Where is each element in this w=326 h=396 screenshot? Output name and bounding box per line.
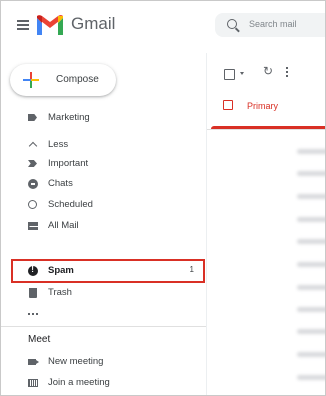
meet-item-label: Join a meeting <box>48 377 110 388</box>
more-options-icon[interactable] <box>286 67 288 77</box>
highlight-box <box>11 259 205 283</box>
chevron-down-icon[interactable] <box>240 72 244 75</box>
message-row[interactable] <box>207 344 325 366</box>
mail-toolbar: ↻ <box>207 53 325 89</box>
more-icon <box>28 313 38 315</box>
message-row[interactable] <box>207 254 325 276</box>
new-meeting-item[interactable]: New meeting <box>1 351 206 373</box>
sidebar-item-important[interactable]: Important <box>1 153 206 175</box>
sidebar-item-label: Marketing <box>48 112 90 123</box>
search-icon[interactable] <box>227 19 237 29</box>
sidebar-item-more[interactable] <box>1 302 206 324</box>
blurred-content <box>297 329 325 334</box>
search-placeholder[interactable]: Search mail <box>249 19 297 29</box>
compose-button[interactable]: Compose <box>10 64 116 96</box>
message-row[interactable] <box>207 141 325 163</box>
message-row[interactable] <box>207 163 325 185</box>
sidebar-item-chats[interactable]: Chats <box>1 173 206 195</box>
keyboard-icon <box>28 379 38 387</box>
message-row[interactable] <box>207 209 325 231</box>
video-icon <box>28 359 39 365</box>
compose-label: Compose <box>56 74 99 85</box>
sidebar-item-scheduled[interactable]: Scheduled <box>1 194 206 216</box>
blurred-content <box>297 352 325 357</box>
sidebar-item-label: Trash <box>48 287 72 298</box>
mail-icon <box>28 222 38 230</box>
important-icon <box>28 160 37 167</box>
trash-icon <box>29 288 37 298</box>
blurred-content <box>297 375 325 380</box>
meet-item-label: New meeting <box>48 356 104 367</box>
sidebar-item-label: Scheduled <box>48 199 93 210</box>
blurred-content <box>297 217 325 222</box>
plus-icon <box>23 72 39 88</box>
brand-name: Gmail <box>71 14 116 33</box>
blurred-content <box>297 262 325 267</box>
meet-title: Meet <box>28 334 51 345</box>
sidebar-item-label: Less <box>48 139 69 150</box>
message-row[interactable] <box>207 367 325 389</box>
message-row[interactable] <box>207 231 325 253</box>
sidebar-item-trash[interactable]: Trash <box>1 282 206 304</box>
gmail-window: Gmail Search mail Compose Marketing Less… <box>0 0 326 396</box>
scheduled-icon <box>28 200 37 209</box>
message-row[interactable] <box>207 299 325 321</box>
tab-primary[interactable]: Primary <box>207 89 325 129</box>
sidebar-item-marketing[interactable]: Marketing <box>1 107 206 129</box>
message-row[interactable] <box>207 277 325 299</box>
sidebar-item-label: All Mail <box>48 220 79 231</box>
divider <box>1 326 206 327</box>
header: Gmail Search mail <box>1 1 325 53</box>
menu-icon[interactable] <box>17 20 29 30</box>
search-bar[interactable]: Search mail <box>215 13 325 37</box>
chevron-up-icon <box>28 141 38 151</box>
label-icon <box>28 114 37 121</box>
inbox-icon <box>223 100 233 110</box>
blurred-content <box>297 171 325 176</box>
select-all-checkbox[interactable] <box>224 69 235 80</box>
chat-icon <box>28 179 38 189</box>
tab-primary-label: Primary <box>247 101 278 111</box>
refresh-icon[interactable]: ↻ <box>263 64 273 78</box>
blurred-content <box>297 307 325 312</box>
gmail-logo-icon[interactable] <box>37 14 63 36</box>
blurred-content <box>297 285 325 290</box>
category-tabs: Primary <box>207 89 325 130</box>
tab-active-indicator <box>211 126 325 129</box>
sidebar-item-label: Important <box>48 158 89 169</box>
blurred-content <box>297 194 325 199</box>
message-row[interactable] <box>207 321 325 343</box>
join-meeting-item[interactable]: Join a meeting <box>1 372 206 394</box>
sidebar-item-all-mail[interactable]: All Mail <box>1 215 206 237</box>
message-row[interactable] <box>207 186 325 208</box>
sidebar-item-label: Chats <box>48 178 73 189</box>
blurred-content <box>297 149 325 154</box>
blurred-content <box>297 239 325 244</box>
